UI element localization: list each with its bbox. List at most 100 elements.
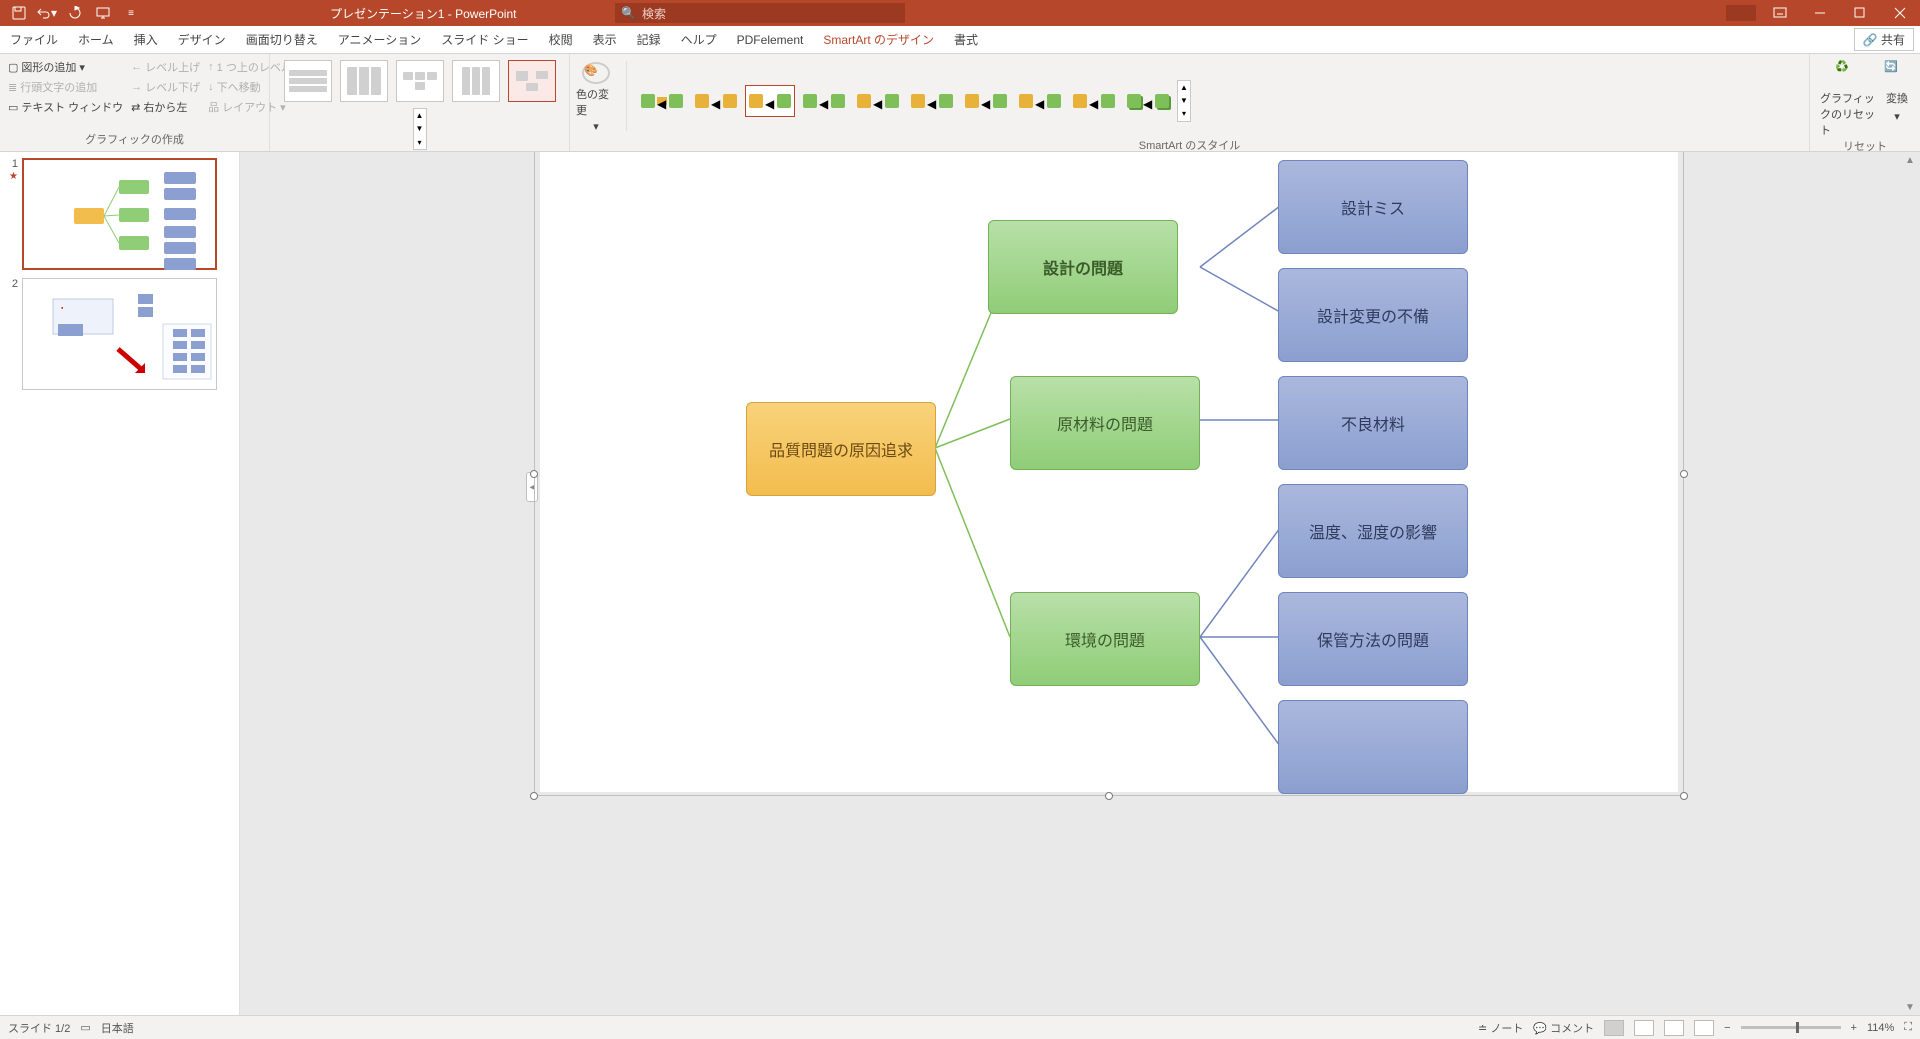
slide-thumbnails-pane[interactable]: 1★ 2 xyxy=(0,152,240,1015)
rtl-button[interactable]: ⇄ 右から左 xyxy=(129,98,202,116)
node-l3-env-3[interactable] xyxy=(1278,700,1468,794)
status-language[interactable]: 日本語 xyxy=(101,1020,134,1036)
style-6[interactable]: ◀ xyxy=(907,85,957,117)
layout-thumb-2[interactable] xyxy=(340,60,388,102)
zoom-out-button[interactable]: − xyxy=(1724,1022,1730,1034)
tab-smartart-design[interactable]: SmartArt のデザイン xyxy=(813,26,944,54)
tab-record[interactable]: 記録 xyxy=(627,26,671,54)
node-l2-material[interactable]: 原材料の問題 xyxy=(1010,376,1200,470)
layouts-more-button[interactable]: ▲▼▾ xyxy=(413,108,427,150)
style-8[interactable]: ◀ xyxy=(1015,85,1065,117)
group-create-graphic: ▢ 図形の追加 ▾ ≣ 行頭文字の追加 ▭ テキスト ウィンドウ ← レベル上げ… xyxy=(0,54,270,151)
ribbon: ▢ 図形の追加 ▾ ≣ 行頭文字の追加 ▭ テキスト ウィンドウ ← レベル上げ… xyxy=(0,54,1920,152)
tab-design[interactable]: デザイン xyxy=(168,26,236,54)
tab-home[interactable]: ホーム xyxy=(68,26,124,54)
reading-view-button[interactable] xyxy=(1664,1020,1684,1036)
fit-to-window-button[interactable]: ⛶ xyxy=(1904,1021,1912,1034)
notes-button[interactable]: ≐ ノート xyxy=(1478,1020,1523,1036)
zoom-in-button[interactable]: + xyxy=(1851,1022,1857,1034)
window-controls xyxy=(1726,0,1920,26)
style-4[interactable]: ◀ xyxy=(799,85,849,117)
style-1[interactable]: ◀ xyxy=(637,85,687,117)
style-9[interactable]: ◀ xyxy=(1069,85,1119,117)
sorter-view-button[interactable] xyxy=(1634,1020,1654,1036)
workspace: 1★ 2 xyxy=(0,152,1920,1015)
scroll-down-icon[interactable]: ▼ xyxy=(1902,999,1918,1015)
tab-review[interactable]: 校閲 xyxy=(539,26,583,54)
search-box[interactable]: 🔍 検索 xyxy=(615,3,905,23)
normal-view-button[interactable] xyxy=(1604,1020,1624,1036)
tab-file[interactable]: ファイル xyxy=(0,26,68,54)
ribbon-display-icon[interactable] xyxy=(1760,0,1800,26)
comments-button[interactable]: 💬 コメント xyxy=(1533,1020,1594,1036)
convert-icon: 🔄 xyxy=(1884,60,1910,86)
reset-icon: ♻️ xyxy=(1835,60,1861,86)
palette-icon: 🎨 xyxy=(582,62,610,84)
tab-transitions[interactable]: 画面切り替え xyxy=(236,26,328,54)
selection-handle-ml[interactable] xyxy=(530,470,538,478)
style-7[interactable]: ◀ xyxy=(961,85,1011,117)
status-bar: スライド 1/2 ▭ 日本語 ≐ ノート 💬 コメント − + 114% ⛶ xyxy=(0,1015,1920,1039)
text-pane-button[interactable]: ▭ テキスト ウィンドウ xyxy=(6,98,125,116)
accessibility-icon[interactable]: ▭ xyxy=(80,1021,90,1034)
group-label-create: グラフィックの作成 xyxy=(0,131,269,151)
status-slide-indicator[interactable]: スライド 1/2 xyxy=(8,1020,70,1036)
tab-format[interactable]: 書式 xyxy=(944,26,988,54)
node-l3-env-1[interactable]: 温度、湿度の影響 xyxy=(1278,484,1468,578)
tab-insert[interactable]: 挿入 xyxy=(124,26,168,54)
reset-graphic-button[interactable]: ♻️ グラフィックのリセット xyxy=(1820,60,1876,138)
scroll-up-icon[interactable]: ▲ xyxy=(1902,152,1918,168)
undo-icon[interactable]: ▾ xyxy=(36,2,58,24)
node-root[interactable]: 品質問題の原因追求 xyxy=(746,402,936,496)
save-icon[interactable] xyxy=(8,2,30,24)
tab-animations[interactable]: アニメーション xyxy=(328,26,432,54)
maximize-icon[interactable] xyxy=(1840,0,1880,26)
styles-more-button[interactable]: ▲▼▾ xyxy=(1177,80,1191,122)
node-l2-design[interactable]: 設計の問題 xyxy=(988,220,1178,314)
slide-thumb-1[interactable]: 1★ xyxy=(6,158,233,270)
node-l3-design-2[interactable]: 設計変更の不備 xyxy=(1278,268,1468,362)
convert-button[interactable]: 🔄 変換▾ xyxy=(1884,60,1910,138)
start-show-icon[interactable] xyxy=(92,2,114,24)
document-title: プレゼンテーション1 - PowerPoint xyxy=(330,5,516,22)
node-l2-env[interactable]: 環境の問題 xyxy=(1010,592,1200,686)
close-icon[interactable] xyxy=(1880,0,1920,26)
selection-handle-bl[interactable] xyxy=(530,792,538,800)
layout-thumb-5-selected[interactable] xyxy=(508,60,556,102)
node-l3-design-1[interactable]: 設計ミス xyxy=(1278,160,1468,254)
selection-handle-bc[interactable] xyxy=(1105,792,1113,800)
selection-handle-br[interactable] xyxy=(1680,792,1688,800)
tab-slideshow[interactable]: スライド ショー xyxy=(431,26,538,54)
change-colors-button[interactable]: 🎨 色の変更▾ xyxy=(576,58,616,133)
tab-help[interactable]: ヘルプ xyxy=(671,26,727,54)
zoom-slider[interactable] xyxy=(1741,1026,1841,1029)
layout-thumb-1[interactable] xyxy=(284,60,332,102)
slide-thumb-2-image: ● xyxy=(22,278,217,390)
tab-view[interactable]: 表示 xyxy=(583,26,627,54)
style-2[interactable]: ◀ xyxy=(691,85,741,117)
add-shape-button[interactable]: ▢ 図形の追加 ▾ xyxy=(6,58,125,76)
search-placeholder: 検索 xyxy=(642,5,666,22)
slide-thumb-1-image xyxy=(22,158,217,270)
minimize-icon[interactable] xyxy=(1800,0,1840,26)
qat-customize-icon[interactable]: ≡ xyxy=(120,2,142,24)
layout-thumb-4[interactable] xyxy=(452,60,500,102)
share-button[interactable]: 🔗 共有 xyxy=(1854,28,1914,51)
node-l3-material-1[interactable]: 不良材料 xyxy=(1278,376,1468,470)
promote-button: ← レベル上げ xyxy=(129,58,202,76)
style-5[interactable]: ◀ xyxy=(853,85,903,117)
redo-icon[interactable] xyxy=(64,2,86,24)
slide-canvas-area[interactable]: ◂ 品質問題の原因追求 設計 xyxy=(240,152,1920,1015)
slideshow-view-button[interactable] xyxy=(1694,1020,1714,1036)
node-l3-env-2[interactable]: 保管方法の問題 xyxy=(1278,592,1468,686)
zoom-value[interactable]: 114% xyxy=(1867,1022,1894,1034)
tab-pdfelement[interactable]: PDFelement xyxy=(727,26,814,54)
vertical-scrollbar[interactable]: ▲ ▼ xyxy=(1902,152,1918,1015)
layout-thumb-3[interactable] xyxy=(396,60,444,102)
account-block[interactable] xyxy=(1726,5,1756,21)
group-reset: ♻️ グラフィックのリセット 🔄 変換▾ リセット xyxy=(1810,54,1920,151)
selection-handle-mr[interactable] xyxy=(1680,470,1688,478)
slide-thumb-2[interactable]: 2 ● xyxy=(6,278,233,390)
style-3-selected[interactable]: ◀ xyxy=(745,85,795,117)
style-10[interactable]: ◀ xyxy=(1123,85,1173,117)
